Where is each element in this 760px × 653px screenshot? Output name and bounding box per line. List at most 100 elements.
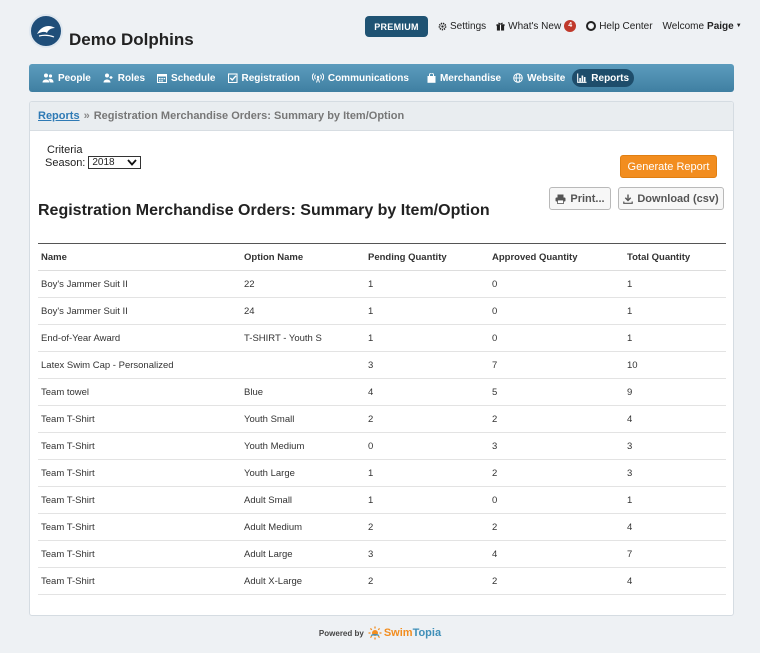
whats-new-badge: 4 [564, 20, 577, 32]
nav-registration[interactable]: Registration [223, 69, 305, 87]
nav-communications[interactable]: Communications [307, 69, 414, 87]
report-title: Registration Merchandise Orders: Summary… [38, 202, 490, 219]
breadcrumb: Reports » Registration Merchandise Order… [30, 102, 733, 131]
cell-option-name [241, 351, 365, 379]
nav-roles-label: Roles [117, 72, 146, 84]
cell-total-quantity: 3 [624, 459, 726, 487]
table-body: Boy's Jammer Suit II 22 1 0 1 Boy's Jamm… [38, 270, 726, 595]
sun-logo-icon [368, 626, 382, 640]
cell-total-quantity: 1 [624, 486, 726, 514]
cell-pending-quantity: 3 [365, 540, 489, 568]
brand-topia: Topia [412, 627, 442, 639]
breadcrumb-current: Registration Merchandise Orders: Summary… [93, 110, 405, 122]
season-value: 2018 [92, 157, 115, 168]
cell-pending-quantity: 2 [365, 513, 489, 541]
criteria-label: Criteria [47, 144, 83, 156]
cell-approved-quantity: 3 [489, 432, 624, 460]
breadcrumb-reports-link[interactable]: Reports [38, 110, 80, 122]
table-row: Latex Swim Cap - Personalized 3 7 10 [38, 351, 726, 379]
table-row: Boy's Jammer Suit II 24 1 0 1 [38, 297, 726, 325]
download-csv-button[interactable]: Download (csv) [618, 187, 724, 210]
cell-approved-quantity: 2 [489, 459, 624, 487]
dolphin-icon [37, 26, 55, 38]
nav-schedule[interactable]: Schedule [152, 69, 220, 87]
cell-name: Team T-Shirt [38, 405, 241, 433]
cell-approved-quantity: 0 [489, 270, 624, 298]
column-header-pending-quantity: Pending Quantity [365, 243, 489, 271]
people-icon [42, 73, 54, 83]
cell-option-name: Youth Large [241, 459, 365, 487]
nav-people-label: People [58, 72, 91, 84]
team-logo[interactable] [29, 14, 63, 48]
cell-option-name: T-SHIRT - Youth S [241, 324, 365, 352]
cell-approved-quantity: 0 [489, 324, 624, 352]
help-center-label: Help Center [599, 20, 653, 32]
nav-reports[interactable]: Reports [572, 69, 635, 87]
broadcast-icon [311, 73, 324, 83]
cell-name: Latex Swim Cap - Personalized [38, 351, 241, 379]
table-row: Team T-Shirt Adult Large 3 4 7 [38, 540, 726, 568]
bag-icon [427, 73, 436, 83]
table-row: Team T-Shirt Adult Medium 2 2 4 [38, 513, 726, 541]
gift-icon [496, 22, 505, 31]
cell-approved-quantity: 2 [489, 513, 624, 541]
cell-pending-quantity: 0 [365, 432, 489, 460]
cell-total-quantity: 4 [624, 513, 726, 541]
user-name: Paige [707, 20, 734, 32]
cell-option-name: Blue [241, 378, 365, 406]
season-select[interactable]: 2018 [88, 156, 142, 169]
nav-website[interactable]: Website [508, 69, 570, 87]
cell-option-name: Youth Small [241, 405, 365, 433]
cell-approved-quantity: 0 [489, 297, 624, 325]
cell-option-name: Adult X-Large [241, 567, 365, 595]
nav-roles[interactable]: Roles [98, 69, 150, 87]
nav-communications-label: Communications [327, 72, 409, 84]
cell-total-quantity: 7 [624, 540, 726, 568]
nav-people[interactable]: People [37, 69, 96, 87]
season-row: Season: 2018 [45, 156, 142, 169]
cell-option-name: Youth Medium [241, 432, 365, 460]
download-label: Download (csv) [637, 192, 719, 205]
settings-label: Settings [450, 20, 487, 32]
whats-new-link[interactable]: What's New 4 [496, 20, 577, 32]
print-label: Print... [570, 192, 605, 205]
cell-approved-quantity: 2 [489, 405, 624, 433]
top-links: Settings What's New 4 Help Center Welcom… [438, 20, 752, 32]
cell-name: Team T-Shirt [38, 432, 241, 460]
settings-link[interactable]: Settings [438, 21, 486, 32]
swimtopia-logo[interactable]: Swim Topia [368, 626, 441, 640]
cell-pending-quantity: 1 [365, 486, 489, 514]
nav-merchandise[interactable]: Merchandise [422, 69, 506, 87]
cell-pending-quantity: 1 [365, 297, 489, 325]
caret-down-icon: ▼ [735, 23, 742, 29]
cell-pending-quantity: 3 [365, 351, 489, 379]
table-row: Team T-Shirt Adult Small 1 0 1 [38, 486, 726, 514]
generate-report-button[interactable]: Generate Report [620, 155, 717, 178]
nav-schedule-label: Schedule [171, 72, 216, 84]
table-row: Team T-Shirt Youth Medium 0 3 3 [38, 432, 726, 460]
nav-website-label: Website [527, 72, 566, 84]
report-panel: Reports » Registration Merchandise Order… [29, 101, 734, 616]
cell-name: Team T-Shirt [38, 567, 241, 595]
help-center-link[interactable]: Help Center [586, 20, 653, 32]
cell-total-quantity: 1 [624, 297, 726, 325]
cell-total-quantity: 4 [624, 567, 726, 595]
cell-pending-quantity: 2 [365, 405, 489, 433]
user-menu[interactable]: Welcome Paige ▼ [663, 21, 742, 32]
cell-pending-quantity: 1 [365, 459, 489, 487]
team-name: Demo Dolphins [69, 30, 194, 49]
print-button[interactable]: Print... [549, 187, 611, 210]
cell-total-quantity: 4 [624, 405, 726, 433]
cell-total-quantity: 3 [624, 432, 726, 460]
welcome-label: Welcome [662, 20, 705, 32]
cell-name: Boy's Jammer Suit II [38, 270, 241, 298]
cell-pending-quantity: 1 [365, 270, 489, 298]
cell-approved-quantity: 2 [489, 567, 624, 595]
cell-name: End-of-Year Award [38, 324, 241, 352]
column-header-name: Name [38, 243, 241, 271]
cell-name: Team T-Shirt [38, 513, 241, 541]
gear-icon [438, 22, 447, 30]
cell-name: Team T-Shirt [38, 540, 241, 568]
column-header-total-quantity: Total Quantity [624, 243, 726, 271]
premium-button[interactable]: PREMIUM [365, 16, 428, 37]
